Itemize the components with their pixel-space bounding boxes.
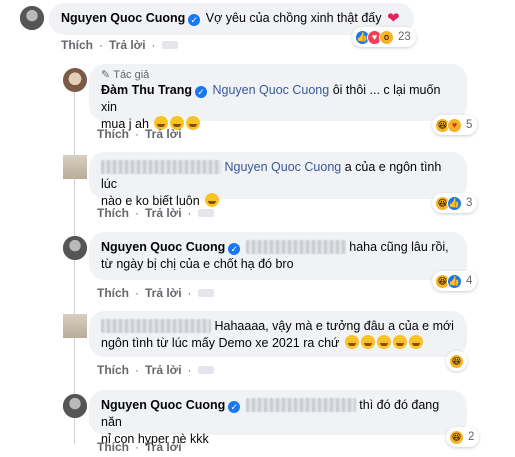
reply-button[interactable]: Trả lời (145, 206, 182, 220)
redacted-name (245, 398, 356, 412)
comment-actions: Thích · Trả lời · (61, 38, 184, 52)
mention-link[interactable]: Nguyen Quoc Cuong (212, 83, 329, 97)
pen-icon: ✎ (101, 69, 111, 81)
reaction-count: 5 (466, 119, 473, 131)
like-button[interactable]: Thích (61, 38, 93, 52)
emoji-icon (360, 335, 375, 349)
reaction-count: 3 (466, 197, 473, 209)
comment-text: haha cũng lâu rồi, (349, 240, 449, 254)
haha-icon: 😆 (449, 353, 464, 369)
emoji-icon (408, 335, 423, 349)
like-button[interactable]: Thích (97, 363, 129, 377)
reaction-summary[interactable]: 👍 ♥ o 23 (352, 27, 416, 47)
like-button[interactable]: Thích (97, 127, 129, 141)
comment-actions: Thích · Trả lời (97, 440, 182, 454)
timestamp[interactable] (197, 209, 214, 217)
like-button[interactable]: Thích (97, 206, 129, 220)
timestamp[interactable] (161, 41, 178, 49)
reply-button[interactable]: Trả lời (145, 440, 182, 454)
reaction-summary[interactable]: 😆 (446, 351, 467, 371)
wow-icon: o (379, 29, 394, 45)
timestamp[interactable] (197, 366, 214, 374)
emoji-icon (344, 335, 359, 349)
reaction-count: 2 (468, 431, 475, 443)
avatar[interactable] (63, 68, 87, 92)
reply-button[interactable]: Trả lời (109, 38, 146, 52)
author-badge: ✎ Tác giả (101, 69, 150, 81)
reaction-count: 23 (398, 31, 411, 43)
comment-author[interactable]: Nguyen Quoc Cuong (61, 11, 185, 25)
reaction-summary[interactable]: 😆 2 (446, 427, 480, 447)
like-icon: 👍 (447, 273, 462, 289)
comment-actions: Thích · Trả lời · (97, 363, 220, 377)
verified-icon: ✓ (188, 14, 201, 26)
heart-icon: ❤ (386, 10, 400, 27)
care-icon: ♥ (447, 117, 462, 133)
like-button[interactable]: Thích (97, 286, 129, 300)
reply-button[interactable]: Trả lời (145, 127, 182, 141)
reaction-count: 4 (466, 275, 473, 287)
timestamp[interactable] (197, 289, 214, 297)
comment-text: Hahaaaa, vậy mà e tưởng đâu a của e mới (214, 319, 454, 333)
verified-icon: ✓ (194, 86, 207, 98)
emoji-icon (376, 335, 391, 349)
comment-actions: Thích · Trả lời · (97, 206, 220, 220)
reaction-summary[interactable]: 😆 👍 3 (432, 193, 478, 213)
avatar[interactable] (63, 155, 87, 179)
redacted-name (245, 240, 346, 254)
verified-icon: ✓ (228, 243, 241, 255)
avatar[interactable] (63, 314, 87, 338)
reaction-summary[interactable]: 😆 👍 4 (432, 271, 478, 291)
mention-link[interactable]: Nguyen Quoc Cuong (224, 160, 341, 174)
comment-bubble: ✎ Tác giả Đàm Thu Trang ✓ Nguyen Quoc Cuon… (89, 64, 467, 131)
avatar[interactable] (63, 394, 87, 418)
avatar[interactable] (20, 6, 44, 30)
emoji-icon (392, 335, 407, 349)
comment-actions: Thích · Trả lời · (97, 286, 220, 300)
redacted-name (101, 319, 211, 333)
comment-bubble: Nguyen Quoc Cuong ✓ haha cũng lâu rồi, từ… (89, 232, 467, 280)
reaction-summary[interactable]: 😆 ♥ 5 (432, 115, 478, 135)
comment-bubble: Nguyen Quoc Cuong ✓ thì đó đó đang năn nỉ… (89, 390, 467, 446)
comment-text: từ ngày bị chị của e chốt hạ đó bro (101, 257, 294, 271)
verified-icon: ✓ (228, 401, 241, 413)
comment-text: Vợ yêu của chồng xinh thật đấy (205, 11, 382, 25)
emoji-icon (186, 116, 201, 130)
reply-button[interactable]: Trả lời (145, 363, 182, 377)
like-button[interactable]: Thích (97, 440, 129, 454)
comment-actions: Thích · Trả lời (97, 127, 182, 141)
haha-icon: 😆 (449, 429, 464, 445)
comment-bubble: Nguyen Quoc Cuong a của e ngôn tình lúc … (89, 152, 467, 208)
comment-text: ngôn tình từ lúc mấy Demo xe 2021 ra chứ (101, 336, 340, 350)
comment-author[interactable]: Nguyen Quoc Cuong (101, 240, 225, 254)
emoji-icon (205, 193, 220, 207)
comment-bubble: Hahaaaa, vậy mà e tưởng đâu a của e mới … (89, 311, 467, 357)
reply-button[interactable]: Trả lời (145, 286, 182, 300)
redacted-name (101, 160, 221, 174)
avatar[interactable] (63, 236, 87, 260)
comment-author[interactable]: Đàm Thu Trang (101, 83, 192, 97)
comment-author[interactable]: Nguyen Quoc Cuong (101, 398, 225, 412)
like-icon: 👍 (447, 195, 462, 211)
